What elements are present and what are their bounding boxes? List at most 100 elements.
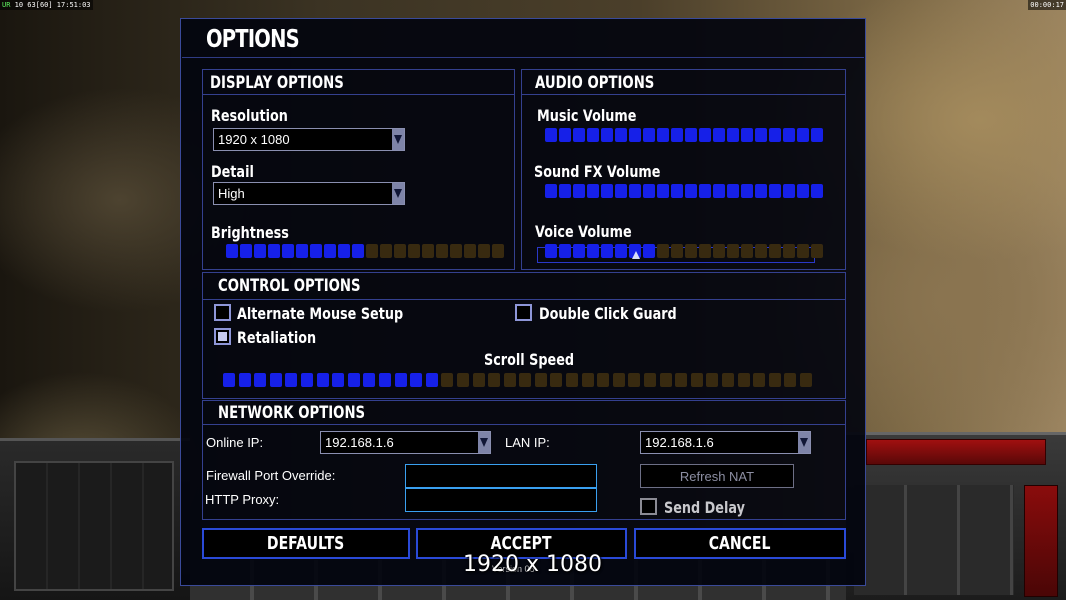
chevron-down-icon[interactable] — [478, 432, 490, 453]
slider-segment[interactable] — [699, 244, 711, 258]
detail-dropdown[interactable]: High — [213, 182, 405, 205]
slider-segment[interactable] — [601, 244, 613, 258]
slider-segment[interactable] — [338, 244, 350, 258]
slider-segment[interactable] — [300, 373, 313, 387]
music-volume-slider[interactable] — [545, 128, 823, 142]
slider-segment[interactable] — [811, 128, 823, 142]
lan-ip-dropdown[interactable]: 192.168.1.6 — [640, 431, 811, 454]
defaults-button[interactable]: DEFAULTS — [202, 528, 410, 559]
slider-segment[interactable] — [797, 184, 809, 198]
slider-segment[interactable] — [690, 373, 703, 387]
slider-segment[interactable] — [727, 128, 739, 142]
slider-segment[interactable] — [597, 373, 610, 387]
voice-slider-thumb[interactable] — [632, 251, 640, 259]
slider-segment[interactable] — [488, 373, 501, 387]
slider-segment[interactable] — [629, 128, 641, 142]
slider-segment[interactable] — [699, 128, 711, 142]
slider-segment[interactable] — [797, 244, 809, 258]
slider-segment[interactable] — [380, 244, 392, 258]
slider-segment[interactable] — [464, 244, 476, 258]
slider-segment[interactable] — [657, 128, 669, 142]
slider-segment[interactable] — [629, 184, 641, 198]
slider-segment[interactable] — [587, 244, 599, 258]
slider-segment[interactable] — [615, 128, 627, 142]
slider-segment[interactable] — [727, 184, 739, 198]
retaliation-checkbox[interactable] — [214, 328, 231, 345]
online-ip-dropdown[interactable]: 192.168.1.6 — [320, 431, 491, 454]
slider-segment[interactable] — [559, 184, 571, 198]
slider-segment[interactable] — [755, 128, 767, 142]
slider-segment[interactable] — [422, 244, 434, 258]
voice-volume-slider[interactable] — [545, 244, 823, 258]
chevron-down-icon[interactable] — [798, 432, 810, 453]
slider-segment[interactable] — [699, 184, 711, 198]
slider-segment[interactable] — [581, 373, 594, 387]
slider-segment[interactable] — [285, 373, 298, 387]
slider-segment[interactable] — [783, 128, 795, 142]
slider-segment[interactable] — [671, 128, 683, 142]
slider-segment[interactable] — [644, 373, 657, 387]
slider-segment[interactable] — [478, 244, 490, 258]
slider-segment[interactable] — [657, 184, 669, 198]
slider-segment[interactable] — [573, 184, 585, 198]
slider-segment[interactable] — [394, 244, 406, 258]
slider-segment[interactable] — [550, 373, 563, 387]
chevron-down-icon[interactable] — [392, 183, 404, 204]
slider-segment[interactable] — [615, 244, 627, 258]
slider-segment[interactable] — [268, 244, 280, 258]
brightness-slider[interactable] — [226, 244, 504, 258]
firewall-port-input[interactable] — [405, 464, 597, 488]
slider-segment[interactable] — [713, 244, 725, 258]
slider-segment[interactable] — [659, 373, 672, 387]
slider-segment[interactable] — [587, 184, 599, 198]
slider-segment[interactable] — [784, 373, 797, 387]
slider-segment[interactable] — [254, 244, 266, 258]
slider-segment[interactable] — [755, 244, 767, 258]
send-delay-checkbox[interactable] — [640, 498, 657, 515]
slider-segment[interactable] — [811, 184, 823, 198]
slider-segment[interactable] — [685, 128, 697, 142]
slider-segment[interactable] — [722, 373, 734, 387]
slider-segment[interactable] — [566, 373, 579, 387]
slider-segment[interactable] — [503, 373, 516, 387]
slider-segment[interactable] — [347, 373, 360, 387]
slider-segment[interactable] — [573, 128, 585, 142]
slider-segment[interactable] — [643, 128, 655, 142]
slider-segment[interactable] — [394, 373, 407, 387]
slider-segment[interactable] — [811, 244, 823, 258]
alternate-mouse-checkbox[interactable] — [214, 304, 231, 321]
cancel-button[interactable]: CANCEL — [634, 528, 846, 559]
slider-segment[interactable] — [675, 373, 688, 387]
slider-segment[interactable] — [737, 373, 750, 387]
slider-segment[interactable] — [240, 244, 252, 258]
slider-segment[interactable] — [671, 244, 683, 258]
slider-segment[interactable] — [408, 244, 420, 258]
slider-segment[interactable] — [657, 244, 669, 258]
scroll-speed-slider[interactable] — [223, 373, 812, 387]
slider-segment[interactable] — [769, 184, 781, 198]
resolution-dropdown[interactable]: 1920 x 1080 — [213, 128, 405, 151]
slider-segment[interactable] — [685, 184, 697, 198]
slider-segment[interactable] — [601, 128, 613, 142]
slider-segment[interactable] — [706, 373, 719, 387]
slider-segment[interactable] — [615, 184, 627, 198]
slider-segment[interactable] — [573, 244, 585, 258]
sfx-volume-slider[interactable] — [545, 184, 823, 198]
slider-segment[interactable] — [545, 184, 557, 198]
slider-segment[interactable] — [768, 373, 781, 387]
slider-segment[interactable] — [587, 128, 599, 142]
slider-segment[interactable] — [450, 244, 462, 258]
slider-segment[interactable] — [545, 244, 557, 258]
slider-segment[interactable] — [685, 244, 697, 258]
slider-segment[interactable] — [643, 184, 655, 198]
slider-segment[interactable] — [713, 128, 725, 142]
slider-segment[interactable] — [366, 244, 378, 258]
slider-segment[interactable] — [783, 244, 795, 258]
slider-segment[interactable] — [332, 373, 345, 387]
slider-segment[interactable] — [436, 244, 448, 258]
slider-segment[interactable] — [671, 184, 683, 198]
slider-segment[interactable] — [713, 184, 725, 198]
slider-segment[interactable] — [799, 373, 812, 387]
slider-segment[interactable] — [378, 373, 391, 387]
slider-segment[interactable] — [456, 373, 469, 387]
